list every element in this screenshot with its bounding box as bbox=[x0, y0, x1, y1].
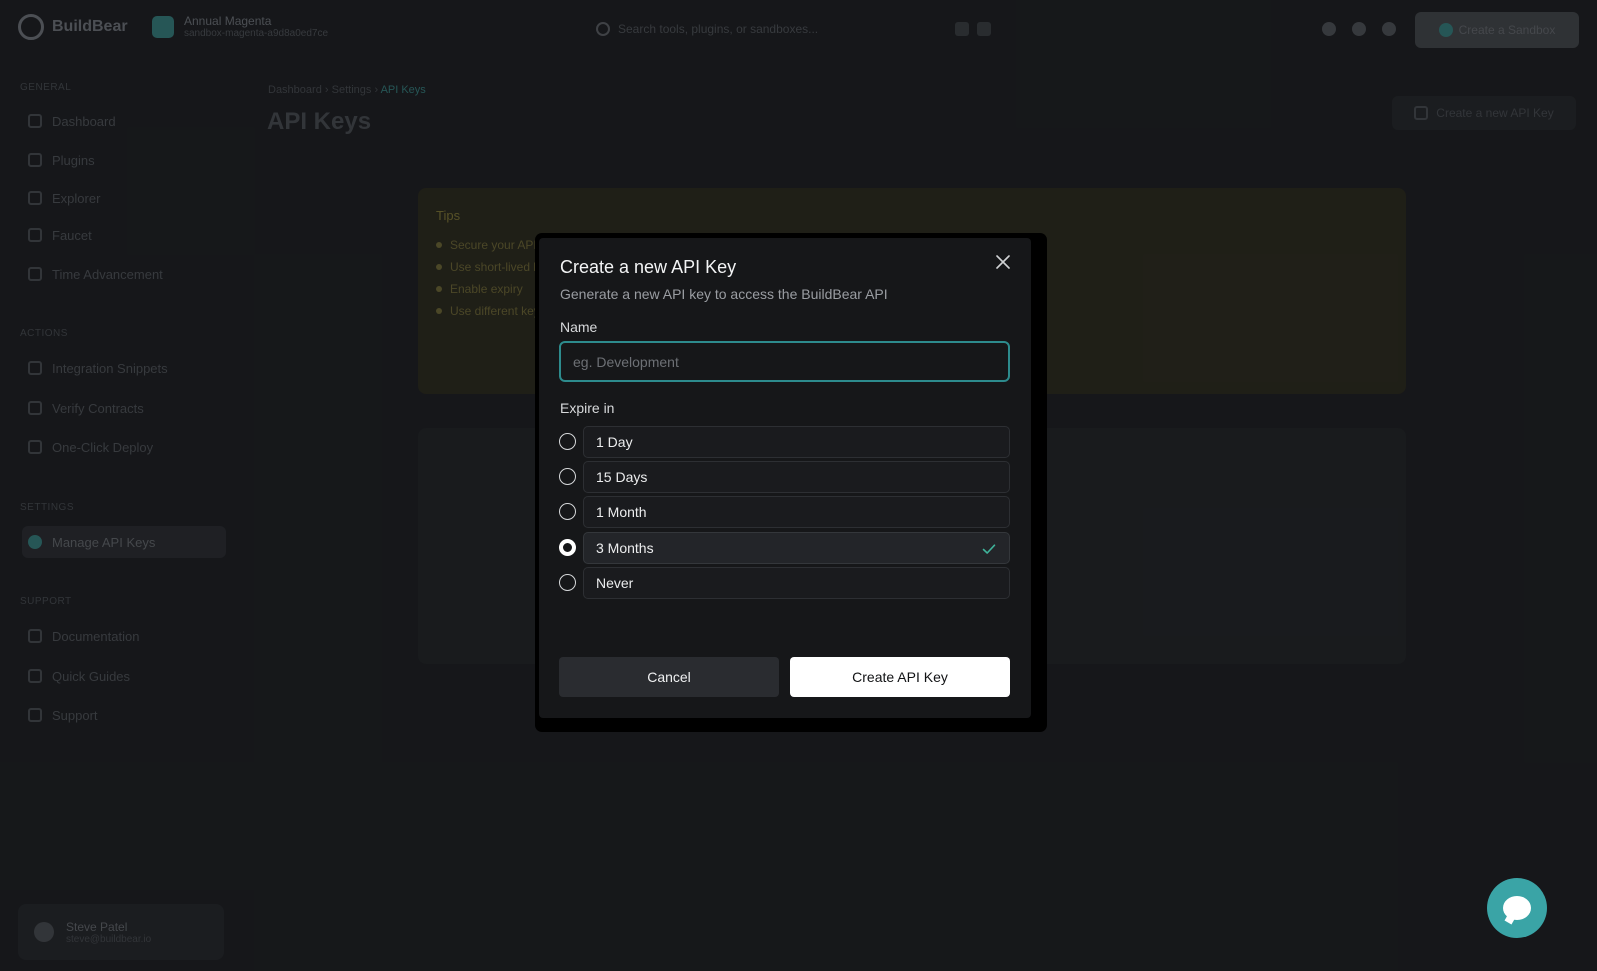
option-label: 1 Day bbox=[596, 434, 633, 450]
close-button[interactable] bbox=[989, 248, 1017, 276]
option-label: 3 Months bbox=[596, 540, 654, 556]
close-icon bbox=[996, 255, 1010, 269]
expire-option-1-day[interactable]: 1 Day bbox=[559, 426, 1010, 458]
expire-label: Expire in bbox=[560, 400, 615, 416]
radio-button[interactable] bbox=[559, 574, 576, 591]
option-label-box[interactable]: 1 Day bbox=[583, 426, 1010, 458]
radio-button[interactable] bbox=[559, 433, 576, 450]
name-input[interactable] bbox=[559, 341, 1010, 382]
chat-button[interactable] bbox=[1487, 878, 1547, 938]
option-label: 15 Days bbox=[596, 469, 648, 485]
radio-button[interactable] bbox=[559, 503, 576, 520]
dialog-title: Create a new API Key bbox=[560, 257, 737, 277]
expire-option-1-month[interactable]: 1 Month bbox=[559, 496, 1010, 528]
option-label: Never bbox=[596, 575, 634, 591]
cancel-button[interactable]: Cancel bbox=[559, 657, 779, 697]
create-api-key-submit-button[interactable]: Create API Key bbox=[790, 657, 1010, 697]
expire-option-never[interactable]: Never bbox=[559, 567, 1010, 599]
check-icon bbox=[982, 544, 996, 554]
option-label: 1 Month bbox=[596, 504, 647, 520]
option-label-box[interactable]: 1 Month bbox=[583, 496, 1010, 528]
radio-button-checked[interactable] bbox=[559, 539, 576, 556]
chat-icon bbox=[1503, 896, 1531, 920]
option-label-box[interactable]: Never bbox=[583, 567, 1010, 599]
option-label-box[interactable]: 3 Months bbox=[583, 532, 1010, 564]
expire-option-15-days[interactable]: 15 Days bbox=[559, 461, 1010, 493]
dialog-subtitle: Generate a new API key to access the Bui… bbox=[560, 286, 888, 302]
radio-button[interactable] bbox=[559, 468, 576, 485]
create-api-key-dialog: Create a new API Key Generate a new API … bbox=[539, 238, 1031, 718]
name-label: Name bbox=[560, 319, 598, 335]
option-label-box[interactable]: 15 Days bbox=[583, 461, 1010, 493]
expire-option-3-months[interactable]: 3 Months bbox=[559, 532, 1010, 564]
